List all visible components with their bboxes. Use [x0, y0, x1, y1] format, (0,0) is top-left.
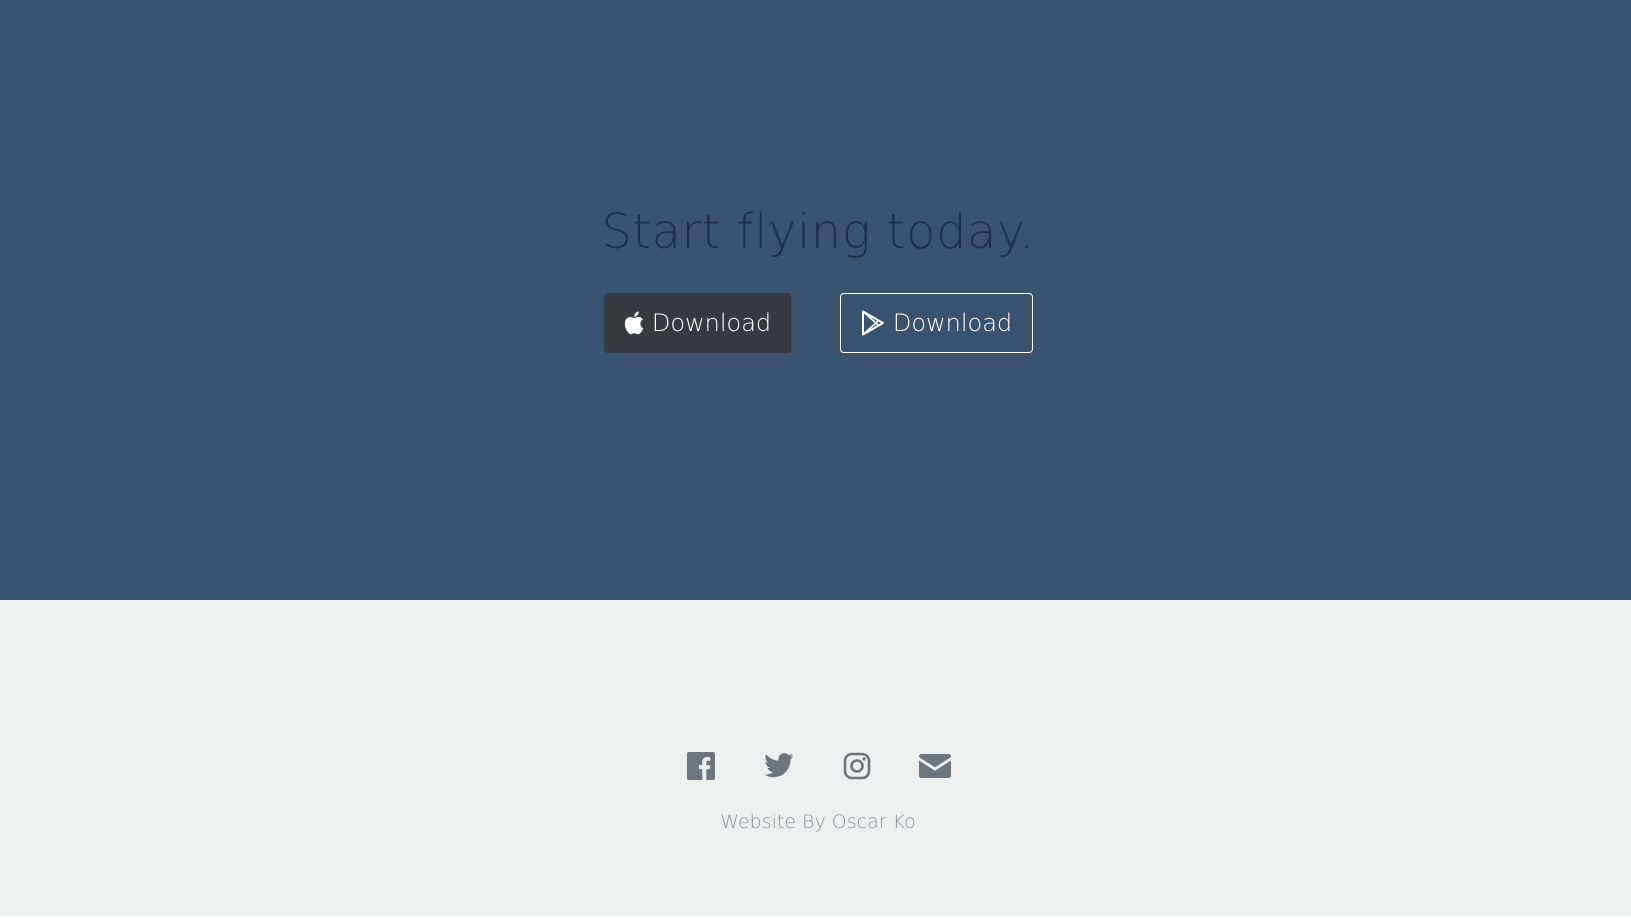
app-store-download-label: Download — [651, 309, 772, 337]
google-play-download-button[interactable]: Download — [840, 293, 1033, 353]
envelope-icon[interactable] — [919, 750, 951, 782]
instagram-icon[interactable] — [841, 750, 873, 782]
google-play-icon — [861, 310, 885, 336]
facebook-icon[interactable] — [685, 750, 717, 782]
app-store-download-button[interactable]: Download — [604, 293, 791, 353]
google-play-download-label: Download — [892, 309, 1013, 337]
site-credit: Website By Oscar Ko — [720, 811, 916, 833]
social-links — [0, 750, 1631, 782]
section-title: Start flying today. — [601, 204, 1035, 260]
apple-icon — [624, 311, 644, 335]
footer: Website By Oscar Ko — [0, 600, 1631, 918]
download-section: Start flying today. Download Download — [0, 0, 1631, 600]
twitter-icon[interactable] — [763, 750, 795, 782]
